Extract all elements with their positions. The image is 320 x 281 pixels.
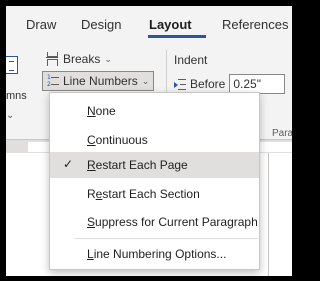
columns-label: mns	[6, 90, 27, 102]
indent-before-label: Before	[190, 77, 226, 91]
ribbon-tab-bar: Draw Design Layout References	[6, 6, 292, 44]
indent-group-title: Indent	[174, 53, 208, 67]
tab-references[interactable]: References	[222, 17, 288, 32]
line-numbers-menu: None Continuous ✓ Restart Each Page Rest…	[49, 92, 260, 270]
menu-item-label: None	[87, 104, 116, 118]
chevron-down-icon: ⌄	[6, 110, 15, 121]
tab-draw[interactable]: Draw	[26, 17, 56, 32]
menu-item-restart-each-section[interactable]: Restart Each Section	[50, 181, 259, 207]
breaks-label: Breaks	[63, 52, 101, 66]
paragraph-group-label: Para	[272, 128, 292, 139]
indent-before-input[interactable]: 0.25"	[229, 74, 286, 94]
chevron-down-icon: ⌄	[104, 53, 112, 64]
menu-item-label: Restart Each Page	[87, 158, 188, 172]
chevron-down-icon: ⌄	[141, 75, 150, 86]
checkmark-icon: ✓	[63, 157, 74, 171]
breaks-icon	[46, 52, 58, 66]
menu-item-continuous[interactable]: Continuous	[50, 127, 259, 153]
page-edge	[268, 153, 269, 276]
menu-separator	[74, 238, 258, 239]
tab-design[interactable]: Design	[81, 17, 121, 32]
line-numbers-label: Line Numbers	[63, 74, 138, 88]
indent-before-control: Before 0.25"	[174, 74, 286, 94]
word-window: Draw Design Layout References mns ⌄ Brea…	[6, 6, 292, 276]
indent-left-icon	[174, 78, 186, 90]
line-numbers-button[interactable]: 1 2 Line Numbers ⌄	[42, 71, 155, 91]
group-divider	[166, 50, 167, 98]
menu-item-suppress-current-paragraph[interactable]: Suppress for Current Paragraph	[50, 209, 259, 235]
breaks-button[interactable]: Breaks ⌄	[46, 52, 112, 66]
menu-item-label: Suppress for Current Paragraph	[87, 215, 258, 229]
line-numbers-icon: 1 2	[47, 74, 59, 88]
columns-button[interactable]	[6, 56, 18, 74]
menu-item-label: Line Numbering Options...	[87, 247, 227, 261]
menu-item-none[interactable]: None	[50, 98, 259, 124]
menu-item-label: Restart Each Section	[87, 187, 200, 201]
tab-layout[interactable]: Layout	[149, 17, 192, 32]
menu-item-line-numbering-options[interactable]: Line Numbering Options...	[50, 241, 259, 267]
active-tab-indicator	[148, 35, 206, 38]
menu-item-label: Continuous	[87, 133, 148, 147]
menu-item-restart-each-page[interactable]: ✓ Restart Each Page	[50, 152, 259, 178]
